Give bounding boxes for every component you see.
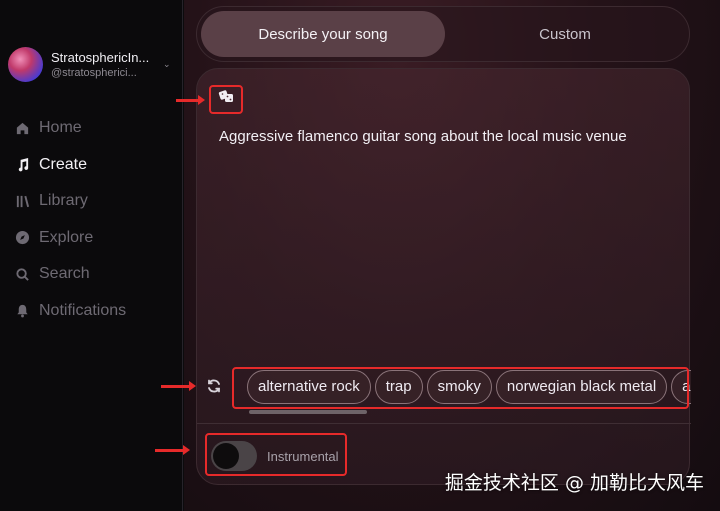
sidebar-item-explore[interactable]: Explore (14, 220, 126, 257)
account-handle: @stratospherici... (51, 66, 137, 79)
song-description-input[interactable]: Aggressive flamenco guitar song about th… (219, 128, 659, 146)
music-note-icon (14, 157, 30, 173)
annotation-arrow-dice (176, 95, 205, 105)
highlight-box-chips (232, 367, 689, 409)
sidebar-item-label: Library (39, 192, 88, 210)
sidebar-item-library[interactable]: Library (14, 183, 126, 220)
song-description-panel: Aggressive flamenco guitar song about th… (196, 68, 691, 485)
sidebar-item-label: Search (39, 265, 90, 283)
annotation-arrow-chips (161, 381, 196, 391)
account-name: StratosphericIn... (51, 49, 150, 65)
tab-custom[interactable]: Custom (443, 11, 687, 57)
refresh-styles-button[interactable] (205, 379, 223, 397)
mode-tabs: Describe your song Custom (196, 6, 690, 62)
account-switcher[interactable]: StratosphericIn... @stratospherici... ⌄ (8, 44, 178, 84)
sidebar-nav: Home Create Library Explore Search Notif… (14, 110, 126, 329)
bell-icon (14, 303, 30, 319)
sidebar-item-label: Notifications (39, 301, 127, 319)
sidebar-item-label: Create (39, 155, 88, 173)
library-icon (14, 193, 30, 209)
highlight-box-toggle (205, 433, 347, 476)
tab-describe-your-song[interactable]: Describe your song (201, 11, 445, 57)
chevron-down-icon: ⌄ (163, 58, 171, 69)
divider (197, 423, 691, 424)
sidebar: StratosphericIn... @stratospherici... ⌄ … (0, 0, 183, 511)
sidebar-item-search[interactable]: Search (14, 256, 126, 293)
search-icon (14, 266, 30, 282)
sidebar-item-home[interactable]: Home (14, 110, 126, 147)
home-icon (14, 120, 30, 136)
sidebar-item-label: Explore (39, 228, 94, 246)
avatar (8, 46, 43, 82)
sidebar-item-notifications[interactable]: Notifications (14, 293, 126, 330)
annotation-arrow-toggle (155, 445, 190, 455)
highlight-box-dice (209, 85, 243, 114)
watermark: 掘金技术社区 @ 加勒比大风车 (444, 472, 704, 494)
sidebar-item-create[interactable]: Create (14, 147, 126, 184)
refresh-icon (206, 378, 222, 399)
compass-icon (14, 230, 30, 246)
chips-scrollbar[interactable] (249, 410, 367, 414)
sidebar-item-label: Home (39, 119, 82, 137)
